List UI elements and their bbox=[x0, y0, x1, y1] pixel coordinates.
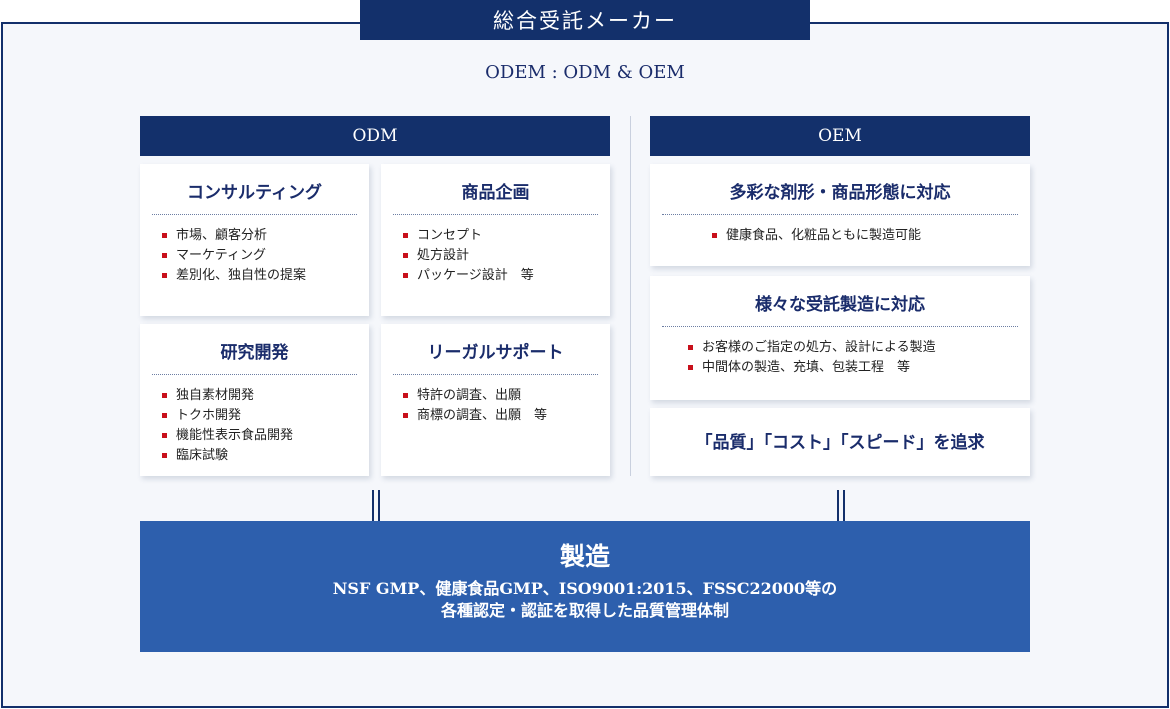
square-bullet-icon bbox=[712, 233, 717, 238]
square-bullet-icon bbox=[403, 273, 408, 278]
square-bullet-icon bbox=[162, 233, 167, 238]
list-item: 中間体の製造、充填、包装工程 等 bbox=[688, 358, 1020, 378]
square-bullet-icon bbox=[162, 413, 167, 418]
odm-card-research: 研究開発 独自素材開発 トクホ開発 機能性表示食品開発 臨床試験 bbox=[140, 324, 369, 476]
list-item: トクホ開発 bbox=[162, 406, 359, 426]
column-divider bbox=[630, 116, 631, 476]
card-title: コンサルティング bbox=[152, 178, 357, 215]
manufacturing-title: 製造 bbox=[559, 542, 610, 571]
odm-card-consulting: コンサルティング 市場、顧客分析 マーケティング 差別化、独自性の提案 bbox=[140, 164, 369, 316]
list-item: マーケティング bbox=[162, 246, 359, 266]
odm-card-legal: リーガルサポート 特許の調査、出願 商標の調査、出願 等 bbox=[381, 324, 610, 476]
card-title: 様々な受託製造に対応 bbox=[662, 290, 1018, 327]
card-list: お客様のご指定の処方、設計による製造 中間体の製造、充填、包装工程 等 bbox=[688, 338, 1020, 378]
manufacturing-line-1: NSF GMP、健康食品GMP、ISO9001:2015、FSSC22000等の bbox=[332, 579, 838, 598]
square-bullet-icon bbox=[162, 453, 167, 458]
square-bullet-icon bbox=[688, 365, 693, 370]
card-title: リーガルサポート bbox=[393, 338, 598, 375]
oem-card-contract: 様々な受託製造に対応 お客様のご指定の処方、設計による製造 中間体の製造、充填、… bbox=[650, 276, 1030, 400]
square-bullet-icon bbox=[403, 233, 408, 238]
card-list: コンセプト 処方設計 パッケージ設計 等 bbox=[403, 226, 600, 286]
oem-card-pursuit: 「品質」「コスト」「スピード」を追求 bbox=[650, 408, 1030, 476]
list-item: 処方設計 bbox=[403, 246, 600, 266]
square-bullet-icon bbox=[403, 413, 408, 418]
card-list: 特許の調査、出願 商標の調査、出願 等 bbox=[403, 386, 600, 426]
list-item: パッケージ設計 等 bbox=[403, 266, 600, 286]
list-item: 健康食品、化粧品ともに製造可能 bbox=[712, 226, 1020, 246]
page-title-banner: 総合受託メーカー bbox=[360, 0, 810, 40]
pursuit-text: 「品質」「コスト」「スピード」を追求 bbox=[695, 433, 985, 453]
square-bullet-icon bbox=[162, 393, 167, 398]
oem-card-formats: 多彩な剤形・商品形態に対応 健康食品、化粧品ともに製造可能 bbox=[650, 164, 1030, 266]
list-item: 独自素材開発 bbox=[162, 386, 359, 406]
card-title: 商品企画 bbox=[393, 178, 598, 215]
odm-header: ODM bbox=[140, 116, 610, 156]
list-item: お客様のご指定の処方、設計による製造 bbox=[688, 338, 1020, 358]
list-item: 特許の調査、出願 bbox=[403, 386, 600, 406]
list-item: 商標の調査、出願 等 bbox=[403, 406, 600, 426]
card-list: 独自素材開発 トクホ開発 機能性表示食品開発 臨床試験 bbox=[162, 386, 359, 466]
list-item: 差別化、独自性の提案 bbox=[162, 266, 359, 286]
list-item: 臨床試験 bbox=[162, 446, 359, 466]
card-title: 多彩な剤形・商品形態に対応 bbox=[662, 178, 1018, 215]
card-list: 市場、顧客分析 マーケティング 差別化、独自性の提案 bbox=[162, 226, 359, 286]
subtitle: ODEM : ODM & OEM bbox=[485, 62, 685, 83]
manufacturing-line-2: 各種認定・認証を取得した品質管理体制 bbox=[440, 601, 729, 620]
square-bullet-icon bbox=[162, 273, 167, 278]
card-list: 健康食品、化粧品ともに製造可能 bbox=[712, 226, 1020, 246]
square-bullet-icon bbox=[162, 433, 167, 438]
manufacturing-panel: 製造 NSF GMP、健康食品GMP、ISO9001:2015、FSSC2200… bbox=[140, 521, 1030, 652]
oem-header: OEM bbox=[650, 116, 1030, 156]
list-item: コンセプト bbox=[403, 226, 600, 246]
list-item: 機能性表示食品開発 bbox=[162, 426, 359, 446]
manufacturing-description: NSF GMP、健康食品GMP、ISO9001:2015、FSSC22000等の… bbox=[140, 578, 1030, 622]
square-bullet-icon bbox=[162, 253, 167, 258]
square-bullet-icon bbox=[403, 253, 408, 258]
odm-card-planning: 商品企画 コンセプト 処方設計 パッケージ設計 等 bbox=[381, 164, 610, 316]
list-item: 市場、顧客分析 bbox=[162, 226, 359, 246]
square-bullet-icon bbox=[688, 345, 693, 350]
card-title: 研究開発 bbox=[152, 338, 357, 375]
square-bullet-icon bbox=[403, 393, 408, 398]
